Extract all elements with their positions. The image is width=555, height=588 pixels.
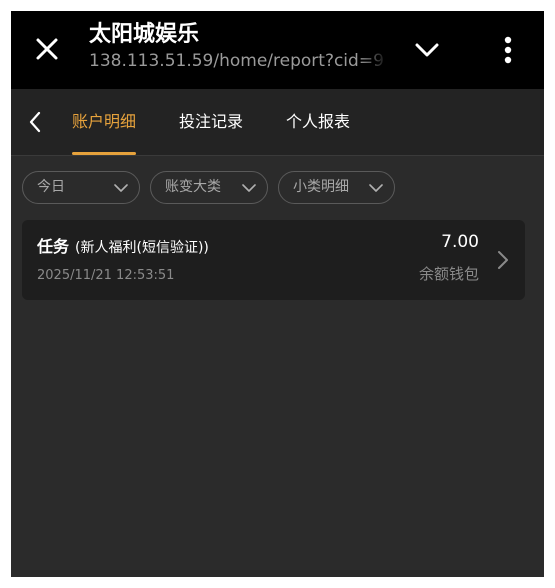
active-tab-indicator [72,152,136,155]
filter-subcategory[interactable]: 小类明细 [278,171,395,204]
app-header: 账户明细 投注记录 个人报表 [11,89,544,156]
chevron-down-icon [369,184,383,192]
record-card[interactable]: 任务 (新人福利(短信验证)) 2025/11/21 12:53:51 7.00 … [22,220,525,300]
close-icon [36,38,58,60]
page-url[interactable]: 138.113.51.59/home/report?cid=9 [89,49,389,73]
chevron-right-icon [498,251,508,269]
filter-subcategory-label: 小类明细 [293,179,349,195]
chevron-left-icon [29,111,41,133]
record-amount: 7.00 [441,232,479,252]
more-vertical-icon [504,36,512,64]
chevron-down-icon [114,184,128,192]
back-button[interactable] [21,107,49,137]
tab-account-details[interactable]: 账户明细 [72,109,136,135]
close-button[interactable] [29,31,65,67]
filter-date[interactable]: 今日 [22,171,140,204]
browser-bar: 太阳城娱乐 138.113.51.59/home/report?cid=9 [11,11,544,89]
browser-title-area: 太阳城娱乐 138.113.51.59/home/report?cid=9 [89,21,389,73]
tab-personal-report[interactable]: 个人报表 [286,109,350,135]
tab-bet-records[interactable]: 投注记录 [179,109,243,135]
record-title: 任务 (新人福利(短信验证)) [37,233,209,257]
record-type: 任务 [37,237,70,256]
record-wallet: 余额钱包 [418,265,479,283]
filter-date-label: 今日 [37,179,65,195]
filter-category-label: 账变大类 [165,179,221,195]
record-time: 2025/11/21 12:53:51 [37,268,175,283]
filter-category[interactable]: 账变大类 [150,171,268,204]
chevron-down-icon [415,43,439,57]
page-title: 太阳城娱乐 [89,22,200,47]
app-screen: 太阳城娱乐 138.113.51.59/home/report?cid=9 账户… [11,11,544,577]
chevron-down-icon [242,184,256,192]
expand-button[interactable] [409,33,445,67]
record-subtitle: (新人福利(短信验证)) [75,240,209,256]
more-button[interactable] [493,31,523,69]
